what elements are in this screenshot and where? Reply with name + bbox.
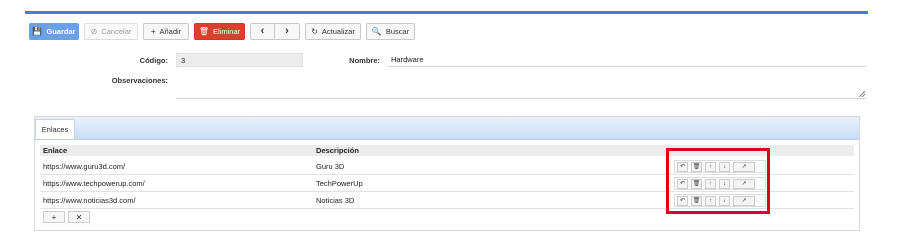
delete-label: Eliminar	[213, 27, 241, 36]
search-button[interactable]: 🔍 Buscar	[366, 23, 415, 40]
resize-handle-icon[interactable]	[859, 91, 865, 97]
top-accent-bar	[25, 11, 868, 14]
enlace-cell: https://www.guru3d.com/	[43, 162, 126, 171]
floppy-icon: 💾	[32, 26, 43, 36]
enlace-cell: https://www.techpowerup.com/	[43, 179, 145, 188]
search-icon: 🔍	[371, 26, 382, 36]
column-header-enlace: Enlace	[43, 146, 68, 155]
descripcion-cell: Guru 3D	[316, 162, 345, 171]
nombre-label: Nombre:	[349, 56, 380, 65]
ban-icon: ⊘	[90, 26, 98, 36]
cancel-button[interactable]: ⊘ Cancelar	[84, 23, 138, 40]
add-label: Añadir	[159, 27, 182, 36]
descripcion-cell: Noticias 3D	[316, 196, 355, 205]
chevron-right-icon: ›	[285, 25, 289, 37]
codigo-label: Código:	[139, 56, 168, 65]
tab-enlaces[interactable]: Enlaces	[35, 119, 75, 139]
observaciones-label: Observaciones:	[111, 76, 168, 85]
save-label: Guardar	[46, 27, 76, 36]
plus-icon: +	[150, 26, 156, 36]
chevron-left-icon: ‹	[260, 25, 265, 37]
codigo-field[interactable]: 3	[176, 53, 303, 67]
next-record-button[interactable]: ›	[275, 23, 300, 40]
observaciones-textarea[interactable]	[176, 72, 866, 99]
refresh-icon: ↻	[311, 26, 318, 36]
nombre-field[interactable]: Hardware	[387, 53, 866, 67]
delete-button[interactable]: 🗑 Eliminar	[194, 23, 245, 40]
record-nav: ‹ ›	[250, 23, 300, 40]
enlace-cell: https://www.noticias3d.com/	[43, 196, 136, 205]
search-label: Buscar	[385, 27, 410, 36]
highlight-box	[666, 148, 770, 214]
toolbar: 💾 Guardar ⊘ Cancelar + Añadir 🗑 Eliminar…	[29, 23, 415, 40]
cancel-label: Cancelar	[101, 27, 132, 36]
refresh-button[interactable]: ↻ Actualizar	[305, 23, 361, 40]
prev-record-button[interactable]: ‹	[250, 23, 275, 40]
descripcion-cell: TechPowerUp	[316, 179, 363, 188]
save-button[interactable]: 💾 Guardar	[29, 23, 79, 40]
remove-row-button[interactable]: ✕	[68, 211, 90, 223]
add-row-button[interactable]: +	[43, 211, 65, 223]
trash-icon: 🗑	[198, 26, 210, 36]
column-header-descripcion: Descripción	[316, 146, 359, 155]
add-button[interactable]: + Añadir	[143, 23, 189, 40]
refresh-label: Actualizar	[321, 27, 355, 36]
tab-bar: Enlaces	[35, 117, 859, 140]
